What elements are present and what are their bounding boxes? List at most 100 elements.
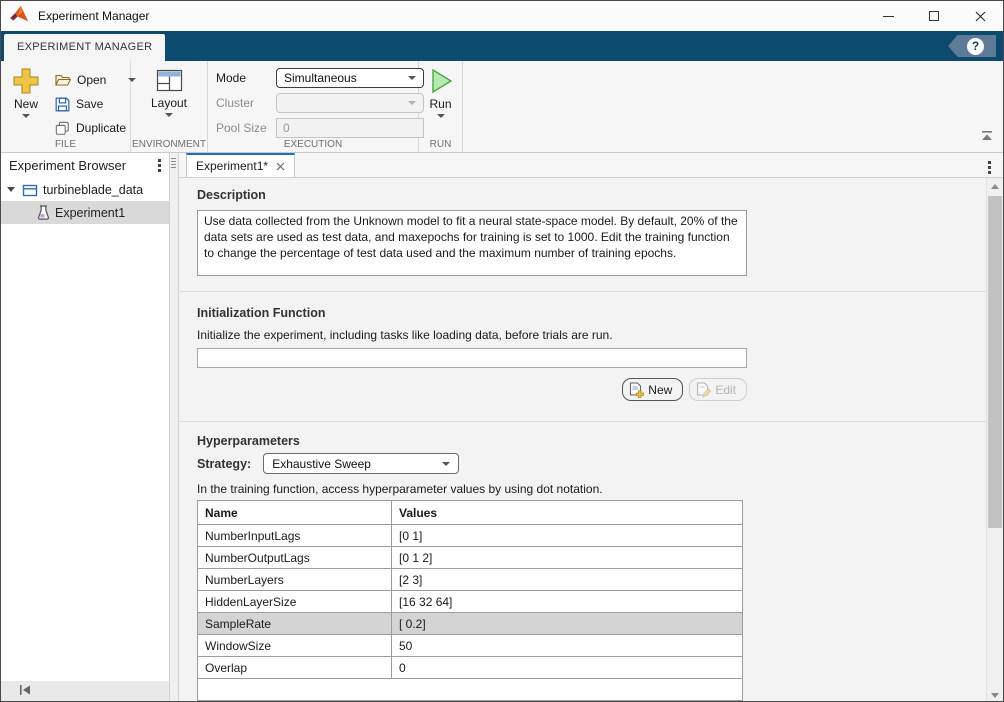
param-name-cell[interactable]: SampleRate: [198, 613, 392, 635]
new-plus-icon: [13, 68, 39, 94]
toolbar: New Open: [1, 61, 1003, 153]
param-values-cell[interactable]: 0: [392, 657, 743, 679]
help-button[interactable]: ?: [948, 35, 996, 57]
browser-menu-button[interactable]: [154, 155, 165, 176]
experiment-browser-header: Experiment Browser: [1, 153, 169, 178]
column-header-values: Values: [392, 501, 743, 525]
collapse-panel-button[interactable]: [19, 683, 32, 701]
title-bar: Experiment Manager: [1, 1, 1003, 31]
document-tab-label: Experiment1*: [196, 159, 268, 173]
poolsize-value: 0: [283, 121, 290, 135]
duplicate-button[interactable]: Duplicate: [51, 116, 140, 140]
layout-label: Layout: [151, 96, 187, 110]
param-name-cell[interactable]: NumberInputLags: [198, 525, 392, 547]
close-icon: [975, 11, 986, 22]
document-area: Experiment1* Description Use data collec…: [179, 153, 1003, 702]
collapse-ribbon-button[interactable]: [981, 128, 993, 146]
new-label: New: [14, 97, 38, 111]
execution-section-label: EXECUTION: [208, 139, 418, 150]
poolsize-input[interactable]: 0: [276, 118, 424, 138]
param-name-cell[interactable]: Overlap: [198, 657, 392, 679]
help-icon: ?: [967, 38, 984, 55]
scroll-up-button[interactable]: [987, 178, 1003, 194]
param-name-cell[interactable]: HiddenLayerSize: [198, 591, 392, 613]
strategy-dropdown[interactable]: Exhaustive Sweep: [263, 453, 459, 474]
table-row[interactable]: Overlap 0: [198, 657, 743, 679]
toolbar-section-run: Run RUN: [419, 61, 463, 152]
param-values-cell[interactable]: [ 0.2]: [392, 613, 743, 635]
cluster-dropdown[interactable]: [276, 93, 424, 113]
run-caret-icon[interactable]: [437, 114, 445, 118]
cluster-caret-icon: [408, 101, 416, 105]
new-button[interactable]: New: [9, 66, 43, 140]
column-header-name: Name: [198, 501, 392, 525]
param-values-cell[interactable]: 50: [392, 635, 743, 657]
panel-splitter[interactable]: [169, 153, 179, 702]
scroll-down-button[interactable]: [987, 687, 1003, 702]
new-function-button[interactable]: New: [622, 378, 683, 401]
scrollbar-thumb[interactable]: [988, 196, 1002, 528]
hyperparameters-table: Name Values NumberInputLags [0 1] Number…: [197, 500, 743, 701]
edit-document-icon: [696, 382, 711, 398]
table-row[interactable]: NumberOutputLags [0 1 2]: [198, 547, 743, 569]
cluster-label: Cluster: [216, 96, 268, 110]
document-menu-button[interactable]: [984, 157, 995, 178]
new-caret-icon[interactable]: [22, 114, 30, 118]
initialization-heading: Initialization Function: [197, 306, 986, 320]
strategy-value: Exhaustive Sweep: [272, 457, 371, 471]
experiment-icon: [37, 205, 50, 220]
table-header-row: Name Values: [198, 501, 743, 525]
run-button[interactable]: Run: [425, 66, 457, 136]
tree-item-project[interactable]: turbineblade_data: [1, 178, 169, 201]
close-button[interactable]: [957, 1, 1003, 31]
environment-section-label: ENVIRONMENT: [131, 139, 207, 150]
layout-caret-icon[interactable]: [165, 113, 173, 117]
param-values-cell[interactable]: [2 3]: [392, 569, 743, 591]
tree-item-experiment[interactable]: Experiment1: [1, 201, 169, 224]
param-name-cell[interactable]: NumberLayers: [198, 569, 392, 591]
tab-experiment-manager[interactable]: EXPERIMENT MANAGER: [4, 34, 165, 61]
initialization-function-input[interactable]: [197, 348, 747, 368]
layout-icon: [156, 68, 183, 93]
mode-dropdown[interactable]: Simultaneous: [276, 68, 424, 88]
save-label: Save: [76, 97, 103, 111]
document-content: Description Use data collected from the …: [179, 178, 1003, 702]
param-values-cell[interactable]: [0 1]: [392, 525, 743, 547]
window-controls: [865, 1, 1003, 31]
initialization-buttons: New Edit: [197, 378, 747, 401]
table-row[interactable]: NumberLayers [2 3]: [198, 569, 743, 591]
tree-expand-icon[interactable]: [7, 187, 15, 192]
edit-function-button[interactable]: Edit: [689, 378, 747, 401]
hyperparameters-heading: Hyperparameters: [197, 434, 986, 448]
save-button[interactable]: Save: [51, 92, 140, 116]
save-icon: [55, 97, 70, 112]
table-row[interactable]: WindowSize 50: [198, 635, 743, 657]
experiment-browser-panel: Experiment Browser turbineblade_data Exp…: [1, 153, 169, 702]
open-button[interactable]: Open: [51, 68, 140, 92]
param-values-cell[interactable]: [16 32 64]: [392, 591, 743, 613]
layout-button[interactable]: Layout: [147, 66, 191, 136]
experiment-manager-window: Experiment Manager EXPERIMENT MANAGER ? …: [0, 0, 1004, 702]
table-row[interactable]: HiddenLayerSize [16 32 64]: [198, 591, 743, 613]
maximize-icon: [929, 11, 939, 21]
table-row-selected[interactable]: SampleRate [ 0.2]: [198, 613, 743, 635]
new-function-label: New: [648, 383, 672, 397]
empty-row-cell[interactable]: [198, 679, 743, 701]
strategy-row: Strategy: Exhaustive Sweep: [197, 453, 986, 474]
maximize-button[interactable]: [911, 1, 957, 31]
matlab-logo-icon: [10, 5, 30, 28]
description-textarea[interactable]: Use data collected from the Unknown mode…: [197, 210, 747, 276]
hyperparameters-hint: In the training function, access hyperpa…: [197, 482, 986, 496]
param-name-cell[interactable]: NumberOutputLags: [198, 547, 392, 569]
splitter-grip-icon: [171, 158, 176, 168]
toolbar-section-execution: Mode Simultaneous Cluster Pool Size 0 EX…: [208, 61, 419, 152]
tab-close-icon[interactable]: [276, 162, 285, 171]
mode-label: Mode: [216, 71, 268, 85]
vertical-scrollbar[interactable]: [986, 178, 1003, 702]
table-row[interactable]: NumberInputLags [0 1]: [198, 525, 743, 547]
minimize-button[interactable]: [865, 1, 911, 31]
table-row-empty[interactable]: [198, 679, 743, 701]
tab-experiment1[interactable]: Experiment1*: [186, 153, 295, 177]
param-name-cell[interactable]: WindowSize: [198, 635, 392, 657]
param-values-cell[interactable]: [0 1 2]: [392, 547, 743, 569]
